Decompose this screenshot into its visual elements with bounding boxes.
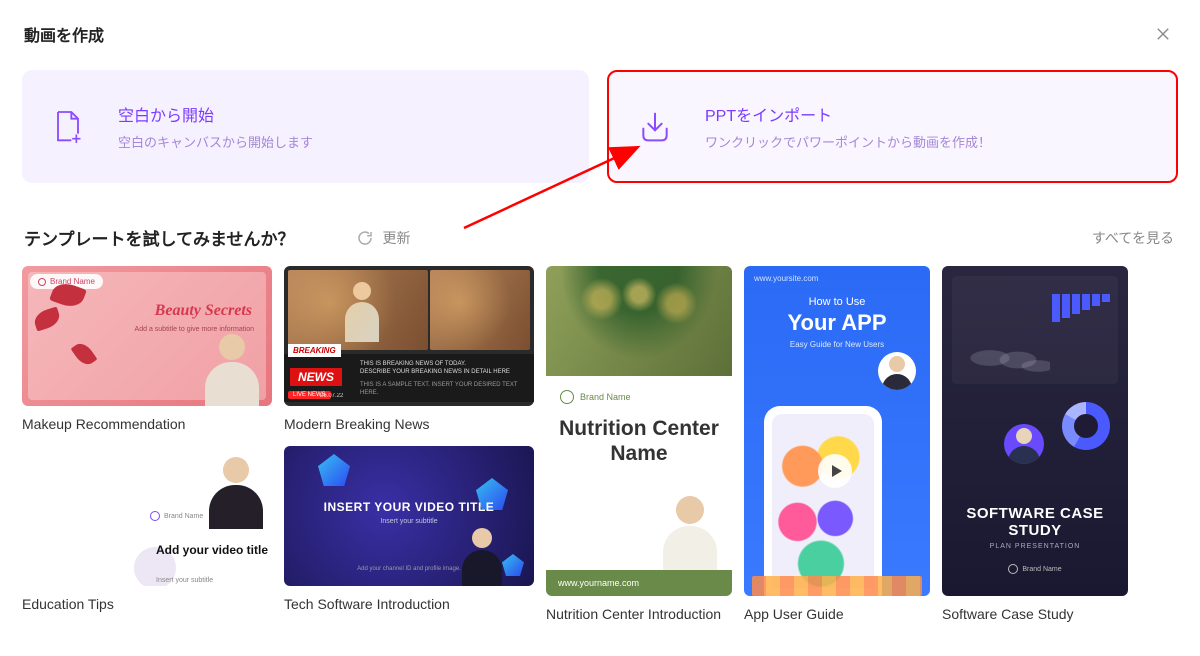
refresh-icon (356, 229, 374, 247)
template-thumbnail-tech[interactable]: INSERT YOUR VIDEO TITLE Insert your subt… (284, 446, 534, 586)
template-card: INSERT YOUR VIDEO TITLE Insert your subt… (284, 446, 534, 612)
close-icon[interactable] (1154, 25, 1172, 43)
dialog-title: 動画を作成 (24, 22, 104, 46)
template-card: BREAKING NEWS THIS IS BREAKING NEWS OF T… (284, 266, 534, 432)
thumb-sub: PLAN PRESENTATION (942, 543, 1128, 550)
template-title: Software Case Study (942, 606, 1128, 622)
option-text: PPTをインポート ワンクリックでパワーポイントから動画を作成！ (705, 102, 1150, 151)
template-thumbnail-news[interactable]: BREAKING NEWS THIS IS BREAKING NEWS OF T… (284, 266, 534, 406)
template-column: www.yoursite.com How to Use Your APP Eas… (744, 266, 930, 636)
template-thumbnail-case-study[interactable]: SOFTWARE CASE STUDY PLAN PRESENTATION Br… (942, 266, 1128, 596)
news-date: 26.07.22 (320, 393, 343, 399)
refresh-button[interactable]: 更新 (356, 228, 410, 248)
template-thumbnail-makeup[interactable]: Brand Name Beauty Secrets Add a subtitle… (22, 266, 272, 406)
thumb-sub: Insert your subtitle (156, 577, 213, 584)
thumb-sub: Insert your subtitle (284, 518, 534, 525)
template-card: Brand Name Nutrition Center Name www.you… (546, 266, 732, 622)
thumb-headline: Nutrition Center Name (546, 416, 732, 466)
avatar-icon (206, 457, 266, 529)
avatar-icon (202, 334, 262, 406)
template-title: App User Guide (744, 606, 930, 622)
template-column: SOFTWARE CASE STUDY PLAN PRESENTATION Br… (942, 266, 1128, 636)
avatar-icon (660, 496, 720, 570)
option-desc: 空白のキャンバスから開始します (118, 132, 563, 151)
thumb-headline: Your APP (744, 310, 930, 336)
template-title: Makeup Recommendation (22, 416, 272, 432)
filmstrip-icon (752, 576, 922, 596)
thumb-headline: SOFTWARE CASE STUDY (942, 505, 1128, 539)
thumb-url: www.yoursite.com (754, 274, 818, 283)
template-column: BREAKING NEWS THIS IS BREAKING NEWS OF T… (284, 266, 534, 636)
option-title: PPTをインポート (705, 102, 1150, 126)
template-thumbnail-education[interactable]: Brand Name Add your video title Insert y… (22, 446, 272, 586)
thumb-sub: Add a subtitle to give more information (135, 326, 254, 333)
refresh-label: 更新 (382, 228, 410, 248)
option-desc: ワンクリックでパワーポイントから動画を作成！ (705, 132, 1150, 151)
news-label: NEWS (290, 368, 342, 386)
templates-grid: Brand Name Beauty Secrets Add a subtitle… (0, 266, 1200, 636)
dialog-header: 動画を作成 (0, 0, 1200, 64)
news-ticker: THIS IS BREAKING NEWS OF TODAY. DESCRIBE… (360, 360, 528, 398)
chart-icon (952, 276, 1118, 384)
template-card: www.yoursite.com How to Use Your APP Eas… (744, 266, 930, 622)
option-start-blank[interactable]: 空白から開始 空白のキャンバスから開始します (22, 70, 589, 183)
breaking-label: BREAKING (288, 344, 341, 357)
option-title: 空白から開始 (118, 102, 563, 126)
thumb-headline: Add your video title (156, 543, 268, 557)
brand-label: Brand Name (560, 390, 631, 404)
donut-chart-icon (1062, 402, 1110, 450)
thumb-url: www.yourname.com (546, 570, 732, 596)
thumb-headline: Beauty Secrets (155, 302, 252, 320)
document-plus-icon (48, 107, 88, 147)
templates-section-header: テンプレートを試してみませんか？ 更新 すべてを見る (0, 183, 1200, 266)
play-icon (818, 454, 852, 488)
template-title: Modern Breaking News (284, 416, 534, 432)
template-thumbnail-nutrition[interactable]: Brand Name Nutrition Center Name www.you… (546, 266, 732, 596)
template-card: Brand Name Add your video title Insert y… (22, 446, 272, 612)
template-title: Education Tips (22, 596, 272, 612)
template-thumbnail-app-guide[interactable]: www.yoursite.com How to Use Your APP Eas… (744, 266, 930, 596)
template-card: Brand Name Beauty Secrets Add a subtitle… (22, 266, 272, 432)
phone-mockup-icon (764, 406, 882, 596)
creation-options: 空白から開始 空白のキャンバスから開始します PPTをインポート ワンクリックで… (0, 70, 1200, 183)
import-icon (635, 107, 675, 147)
avatar-icon (1004, 424, 1044, 464)
avatar-icon (342, 282, 382, 342)
thumb-headline: INSERT YOUR VIDEO TITLE (284, 500, 534, 514)
thumb-pretitle: How to Use (744, 296, 930, 308)
option-text: 空白から開始 空白のキャンバスから開始します (118, 102, 563, 151)
avatar-icon (452, 528, 512, 586)
brand-label: Brand Name (942, 564, 1128, 574)
template-title: Nutrition Center Introduction (546, 606, 732, 622)
template-card: SOFTWARE CASE STUDY PLAN PRESENTATION Br… (942, 266, 1128, 622)
template-title: Tech Software Introduction (284, 596, 534, 612)
option-import-ppt[interactable]: PPTをインポート ワンクリックでパワーポイントから動画を作成！ (607, 70, 1178, 183)
section-title: テンプレートを試してみませんか？ (24, 225, 294, 250)
template-column: Brand Name Beauty Secrets Add a subtitle… (22, 266, 272, 636)
avatar-icon (878, 352, 916, 390)
see-all-link[interactable]: すべてを見る (1092, 228, 1174, 248)
thumb-sub: Easy Guide for New Users (744, 340, 930, 349)
template-column: Brand Name Nutrition Center Name www.you… (546, 266, 732, 636)
